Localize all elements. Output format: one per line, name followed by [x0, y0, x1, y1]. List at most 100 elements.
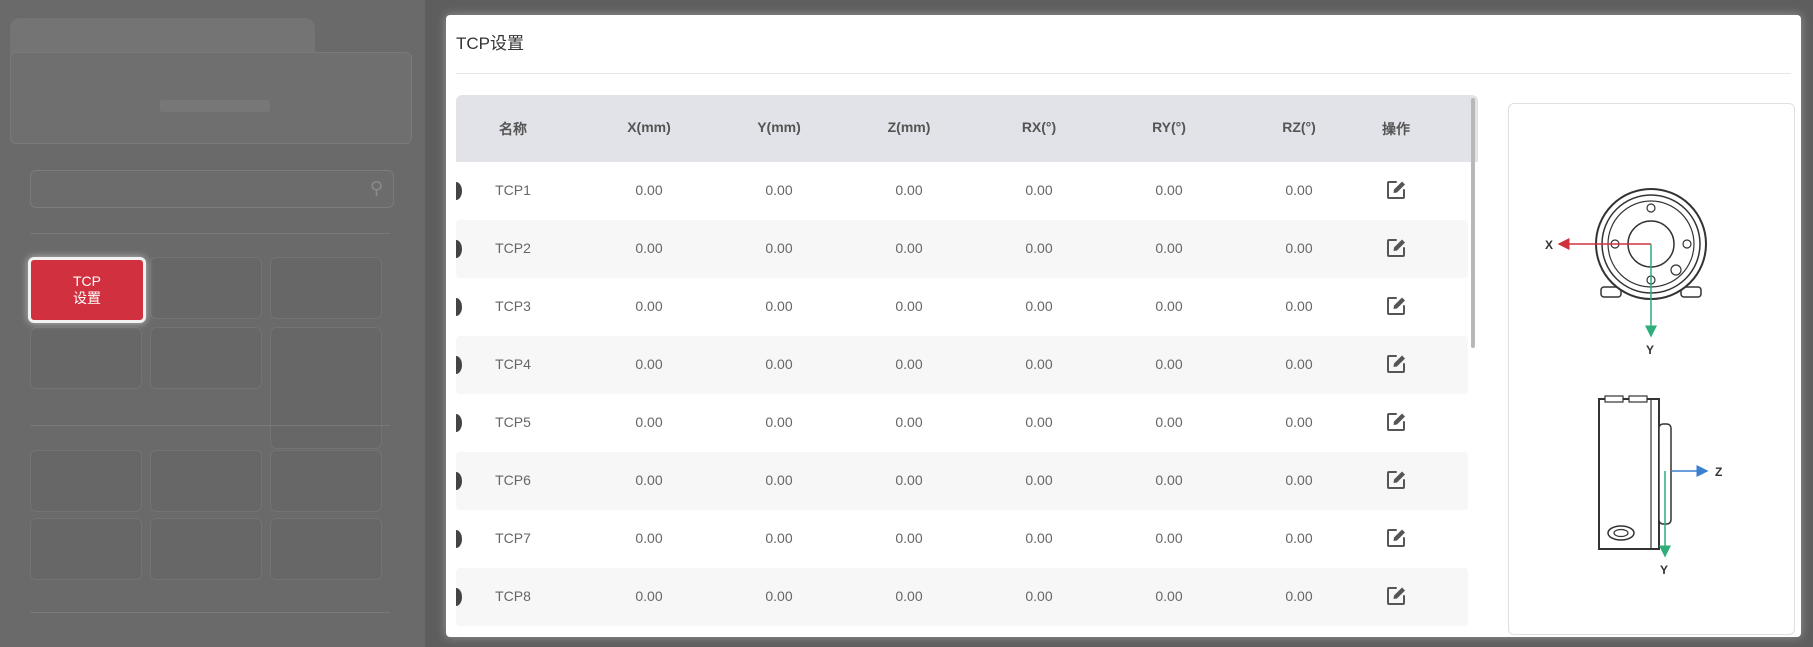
cell-rx: 0.00 [1025, 182, 1053, 198]
header-z: Z(mm) [887, 119, 931, 135]
edit-icon [1387, 355, 1405, 373]
cell-name: TCP7 [495, 530, 531, 546]
row-expand-handle[interactable] [456, 298, 462, 316]
cell-x: 0.00 [635, 182, 663, 198]
cell-rx: 0.00 [1025, 588, 1053, 604]
top-axis-x-label: X [1545, 238, 1553, 252]
cell-x: 0.00 [635, 240, 663, 256]
background-tile [30, 327, 142, 389]
cell-rx: 0.00 [1025, 298, 1053, 314]
cell-z: 0.00 [895, 356, 923, 372]
background-tile [150, 257, 262, 319]
row-expand-handle[interactable] [456, 240, 462, 258]
row-expand-handle[interactable] [456, 182, 462, 200]
tcp-settings-dialog: TCP设置 名称 X(mm) Y(mm) Z(mm) RX(°) RY(°) R… [446, 15, 1801, 637]
edit-tcp-button[interactable] [1385, 353, 1407, 375]
header-name: 名称 [499, 121, 527, 137]
edit-icon [1387, 297, 1405, 315]
cell-rz: 0.00 [1285, 588, 1313, 604]
cell-rx: 0.00 [1025, 530, 1053, 546]
cell-x: 0.00 [635, 414, 663, 430]
table-row: TCP3 0.00 0.00 0.00 0.00 0.00 0.00 [456, 278, 1468, 336]
header-y: Y(mm) [757, 119, 801, 135]
background-tile [30, 450, 142, 512]
flange-side-view: Z Y [1598, 395, 1722, 577]
edit-icon [1387, 181, 1405, 199]
cell-rx: 0.00 [1025, 414, 1053, 430]
edit-icon [1387, 239, 1405, 257]
edit-tcp-button[interactable] [1385, 411, 1407, 433]
cell-x: 0.00 [635, 472, 663, 488]
cell-rz: 0.00 [1285, 240, 1313, 256]
row-expand-handle[interactable] [456, 588, 462, 606]
cell-rz: 0.00 [1285, 472, 1313, 488]
background-search-box: ⚲ [30, 170, 394, 208]
edit-tcp-button[interactable] [1385, 527, 1407, 549]
cell-y: 0.00 [765, 588, 793, 604]
cell-ry: 0.00 [1155, 182, 1183, 198]
cell-rz: 0.00 [1285, 182, 1313, 198]
cell-y: 0.00 [765, 240, 793, 256]
cell-x: 0.00 [635, 356, 663, 372]
edit-tcp-button[interactable] [1385, 469, 1407, 491]
cell-rx: 0.00 [1025, 240, 1053, 256]
tcp-button-line1: TCP [73, 273, 101, 289]
cell-name: TCP1 [495, 182, 531, 198]
tcp-coordinate-figure: X Y Z Y [1508, 103, 1795, 635]
background-tile [270, 257, 382, 319]
edit-icon [1387, 413, 1405, 431]
edit-tcp-button[interactable] [1385, 237, 1407, 259]
edit-tcp-button[interactable] [1385, 585, 1407, 607]
cell-ry: 0.00 [1155, 472, 1183, 488]
cell-rz: 0.00 [1285, 356, 1313, 372]
background-header-box [10, 52, 412, 144]
cell-rx: 0.00 [1025, 356, 1053, 372]
cell-ry: 0.00 [1155, 588, 1183, 604]
cell-name: TCP4 [495, 356, 531, 372]
row-expand-handle[interactable] [456, 414, 462, 432]
table-scrollbar[interactable] [1471, 98, 1475, 348]
cell-z: 0.00 [895, 182, 923, 198]
cell-ry: 0.00 [1155, 298, 1183, 314]
header-actions: 操作 [1382, 121, 1410, 137]
tcp-button-line2: 设置 [73, 290, 101, 306]
cell-name: TCP2 [495, 240, 531, 256]
table-row: TCP2 0.00 0.00 0.00 0.00 0.00 0.00 [456, 220, 1468, 278]
row-expand-handle[interactable] [456, 356, 462, 374]
background-tile [270, 518, 382, 580]
row-expand-handle[interactable] [456, 472, 462, 490]
cell-name: TCP8 [495, 588, 531, 604]
background-divider [30, 425, 390, 426]
cell-z: 0.00 [895, 298, 923, 314]
cell-ry: 0.00 [1155, 240, 1183, 256]
cell-z: 0.00 [895, 472, 923, 488]
flange-diagram: X Y Z Y [1545, 188, 1722, 577]
header-x: X(mm) [627, 119, 671, 135]
edit-icon [1387, 587, 1405, 605]
cell-y: 0.00 [765, 472, 793, 488]
header-rz: RZ(°) [1282, 119, 1316, 135]
background-tile [270, 450, 382, 512]
cell-name: TCP6 [495, 472, 531, 488]
cell-y: 0.00 [765, 182, 793, 198]
cell-y: 0.00 [765, 356, 793, 372]
cell-rz: 0.00 [1285, 414, 1313, 430]
top-axis-y-label: Y [1646, 343, 1654, 357]
edit-tcp-button[interactable] [1385, 295, 1407, 317]
cell-z: 0.00 [895, 588, 923, 604]
tcp-settings-button[interactable]: TCP 设置 [28, 257, 146, 323]
cell-rx: 0.00 [1025, 472, 1053, 488]
side-axis-z-label: Z [1715, 465, 1722, 479]
edit-tcp-button[interactable] [1385, 179, 1407, 201]
cell-x: 0.00 [635, 298, 663, 314]
cell-z: 0.00 [895, 530, 923, 546]
edit-icon [1387, 529, 1405, 547]
table-row: TCP4 0.00 0.00 0.00 0.00 0.00 0.00 [456, 336, 1468, 394]
cell-name: TCP5 [495, 414, 531, 430]
table-row: TCP8 0.00 0.00 0.00 0.00 0.00 0.00 [456, 568, 1468, 626]
cell-x: 0.00 [635, 588, 663, 604]
dialog-title-divider [456, 73, 1791, 74]
cell-rz: 0.00 [1285, 298, 1313, 314]
row-expand-handle[interactable] [456, 530, 462, 548]
background-divider [30, 233, 390, 234]
